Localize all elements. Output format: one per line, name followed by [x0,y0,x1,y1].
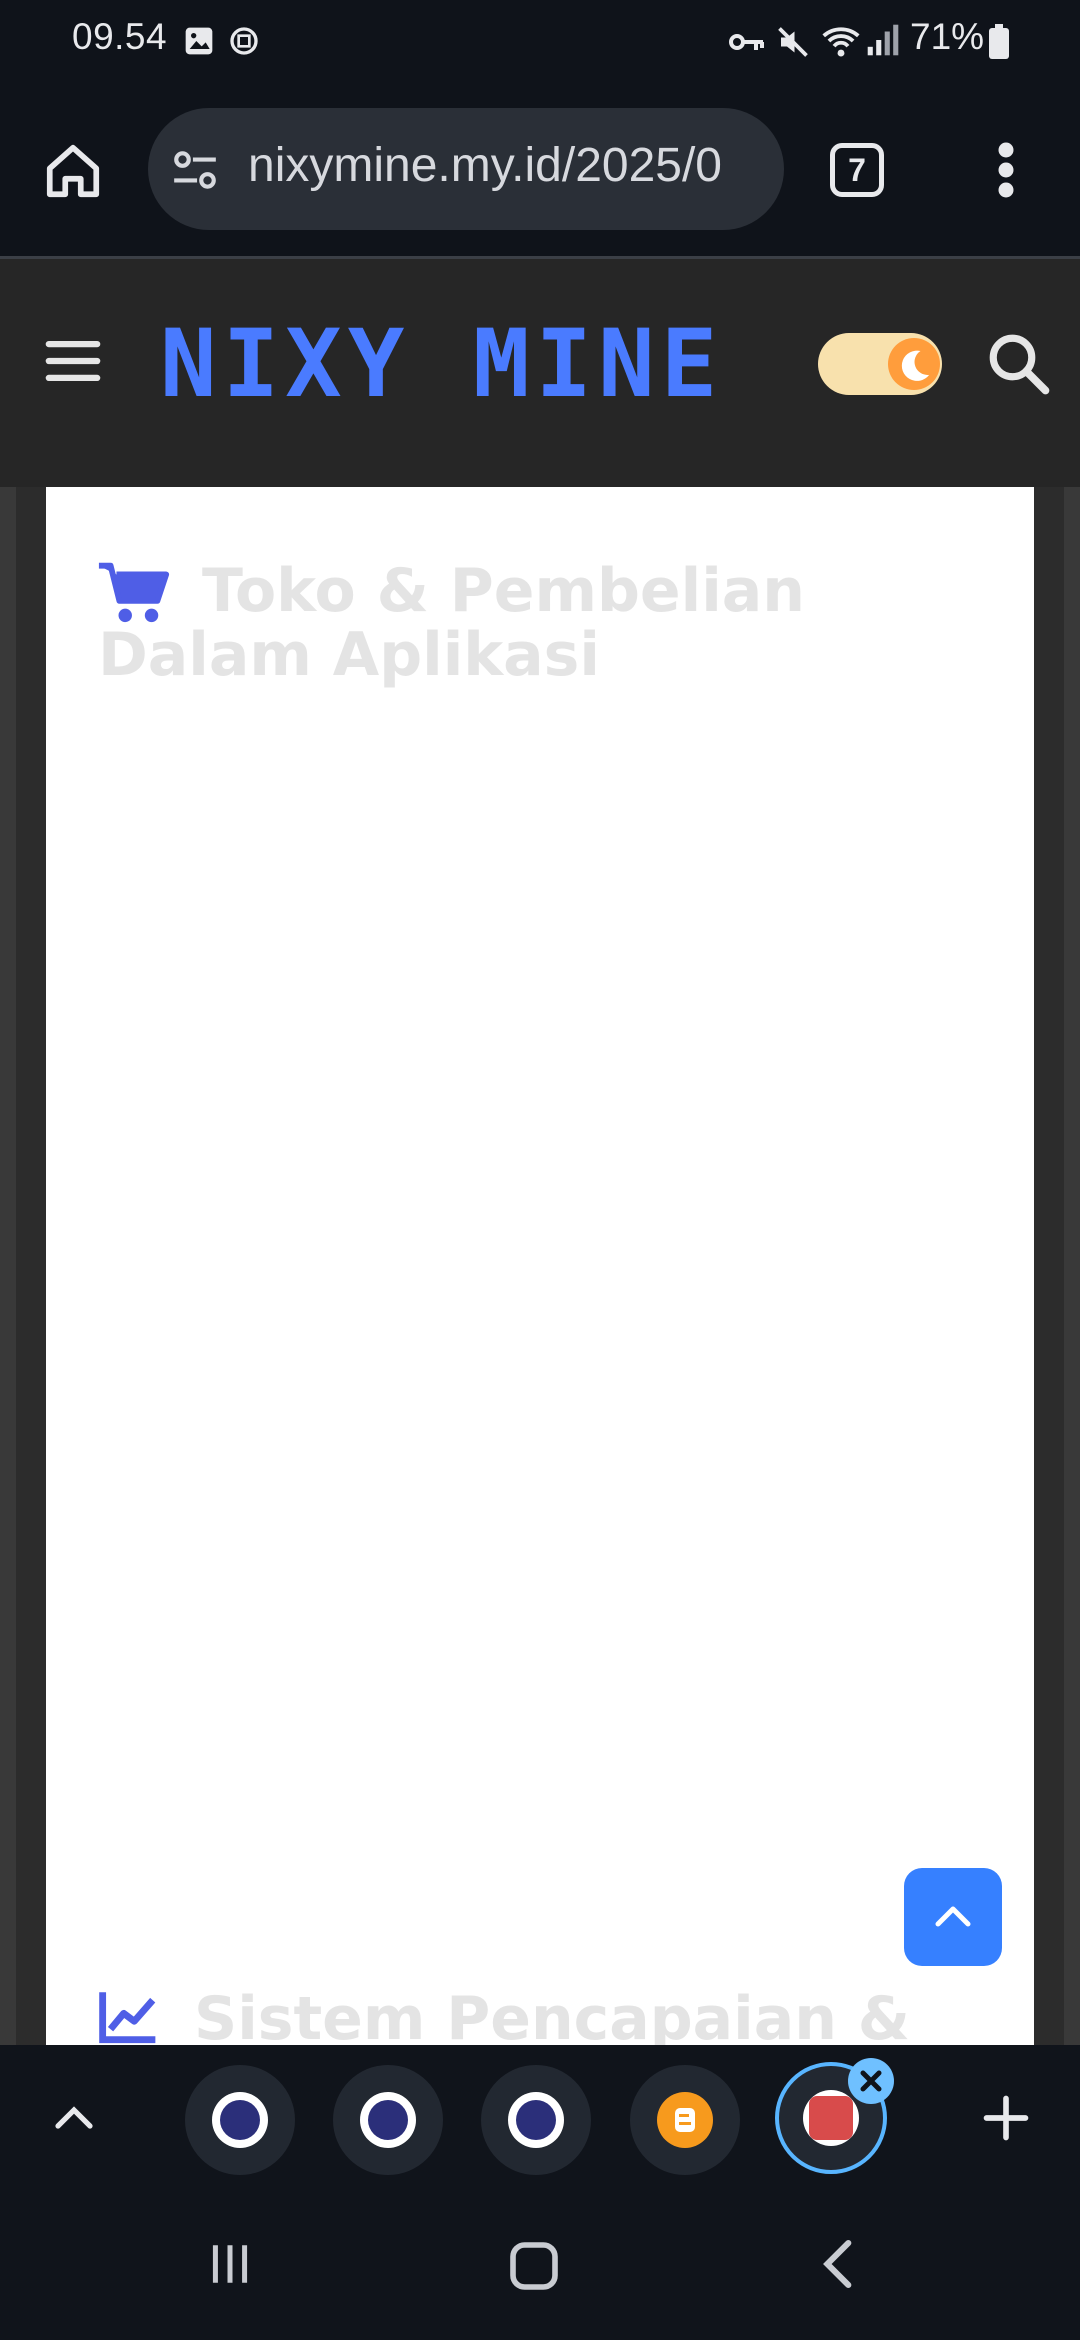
tab-thumbnail-3[interactable] [481,2065,591,2175]
back-icon[interactable] [815,2236,863,2297]
close-icon [860,2070,882,2092]
tab-switcher-button[interactable]: 7 [830,143,884,197]
content-gutter-left [16,487,46,2045]
chevron-up-icon[interactable] [50,2098,98,2143]
toggle-knob [888,338,940,390]
site-settings-icon[interactable] [170,148,220,197]
status-time: 09.54 [72,16,168,57]
moon-icon [901,350,930,381]
scroll-to-top-button[interactable] [904,1868,1002,1966]
menu-icon[interactable] [44,335,102,392]
new-tab-icon[interactable] [980,2092,1032,2149]
section-title-line: Toko & Pembelian [202,556,805,626]
battery-icon [988,24,1010,65]
signal-icon [866,22,900,63]
site-favicon-icon [508,2092,564,2148]
wifi-icon [820,22,862,65]
content-gutter-right [1034,487,1064,2045]
blogger-icon [657,2092,713,2148]
vpn-key-icon [728,28,766,61]
chart-line-icon [96,1987,162,2045]
section-title-achievement: Sistem Pencapaian & [194,1984,911,2045]
tab-thumbnail-1[interactable] [185,2065,295,2175]
site-logo[interactable]: NIXY MINE [160,310,723,419]
article-card: Toko & Pembelian Dalam Aplikasi Sistem P… [46,487,1034,2045]
battery-percent: 71% [910,16,985,57]
dark-mode-toggle[interactable] [818,333,942,395]
url-bar[interactable]: nixymine.my.id/2025/0 [148,108,784,230]
more-options-icon[interactable] [990,140,1022,205]
site-favicon-icon [212,2092,268,2148]
home-icon[interactable] [42,140,104,207]
url-text[interactable]: nixymine.my.id/2025/0 [248,138,722,193]
tab-thumbnail-2[interactable] [333,2065,443,2175]
chevron-up-icon [935,1906,971,1927]
mute-icon [775,24,811,65]
search-icon[interactable] [985,330,1051,401]
tab-thumbnail-blogger[interactable] [630,2065,740,2175]
section-title-line: Dalam Aplikasi [98,620,600,690]
app-icon [228,25,260,62]
close-tab-button[interactable] [848,2058,894,2104]
section-title-shop: Toko & Pembelian Dalam Aplikasi [98,559,998,687]
gallery-icon [183,25,215,62]
recent-apps-icon[interactable] [205,2238,255,2295]
site-favicon-icon [360,2092,416,2148]
home-button-icon[interactable] [506,2238,562,2299]
